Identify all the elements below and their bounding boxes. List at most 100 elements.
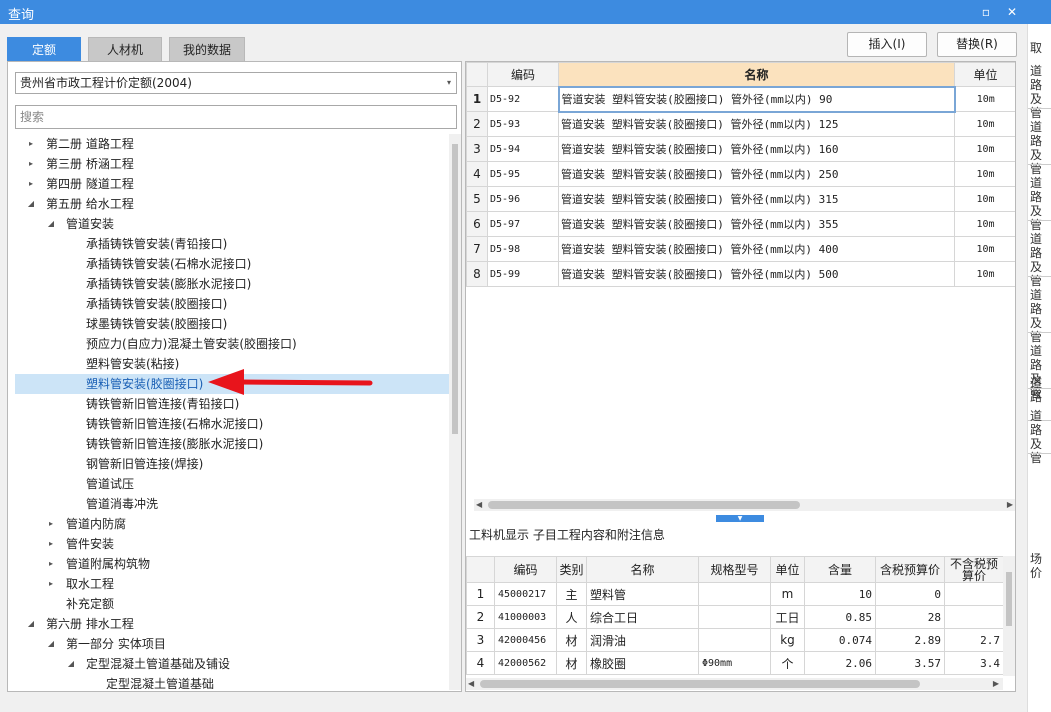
background-window: 取 道路 及管 道路 及管 道路 及管 道路 及管 道路 及管 道路 及管 道路 道路 及管 … [1027,24,1051,712]
detail-scroll-right-icon[interactable]: ▶ [993,678,999,690]
row-code: D5-94 [487,136,559,162]
row-name: 管道安装 塑料管安装(胶圈接口) 管外径(mm以内) 250 [558,161,955,187]
table-row[interactable]: 4 D5-95 管道安装 塑料管安装(胶圈接口) 管外径(mm以内) 250 10m [466,161,1015,187]
row-number: 1 [466,86,488,112]
table-row[interactable]: 1 45000217 主塑料管 m 10 0 [466,582,1004,606]
insert-button[interactable]: 插入(I) [847,32,927,57]
row-price-notax: 2.7 [944,628,1004,652]
background-row-text: 道路 及管 [1030,64,1046,120]
maximize-icon[interactable]: ▫ [977,3,995,21]
table-row[interactable]: 1 D5-92 管道安装 塑料管安装(胶圈接口) 管外径(mm以内) 90 10m [466,85,1015,113]
detail-tabs[interactable]: 工料机显示 子目工程内容和附注信息 [469,526,665,543]
row-unit: 10m [954,136,1015,162]
row-spec [698,605,771,629]
detail-header-spec[interactable]: 规格型号 [698,556,771,583]
window-title: 查询 [8,8,35,23]
table-row[interactable]: 7 D5-98 管道安装 塑料管安装(胶圈接口) 管外径(mm以内) 400 10m [466,236,1015,262]
scroll-left-icon[interactable]: ◀ [476,499,482,511]
detail-header-unit[interactable]: 单位 [770,556,805,583]
row-name: 管道安装 塑料管安装(胶圈接口) 管外径(mm以内) 160 [558,136,955,162]
tab-quota[interactable]: 定额 [7,37,81,61]
table-row[interactable]: 5 D5-96 管道安装 塑料管安装(胶圈接口) 管外径(mm以内) 315 10m [466,186,1015,212]
row-price-tax: 28 [875,605,945,629]
background-row-text: 道路 及管 [1030,176,1046,232]
right-panel: 编码 名称 单位 1 D5-92 管道安装 塑料管安装(胶圈接口) 管外径(mm以内… [465,61,1016,692]
tab-labor-material[interactable]: 人材机 [88,37,162,61]
header-unit[interactable]: 单位 [954,62,1015,87]
row-price-tax: 3.57 [875,651,945,675]
detail-scroll-left-icon[interactable]: ◀ [468,678,474,690]
table-row[interactable]: 8 D5-99 管道安装 塑料管安装(胶圈接口) 管外径(mm以内) 500 10m [466,261,1015,287]
table-row[interactable]: 6 D5-97 管道安装 塑料管安装(胶圈接口) 管外径(mm以内) 355 10m [466,211,1015,237]
row-code: D5-96 [487,186,559,212]
detail-hscrollbar-thumb[interactable] [480,680,920,688]
row-unit: 10m [954,111,1015,137]
row-code: D5-92 [487,86,559,112]
detail-header-code[interactable]: 编码 [494,556,557,583]
detail-hscrollbar[interactable]: ◀ ▶ [466,678,1003,690]
row-number: 3 [466,628,495,652]
table-row[interactable]: 3 D5-94 管道安装 塑料管安装(胶圈接口) 管外径(mm以内) 160 10m [466,136,1015,162]
row-code: D5-93 [487,111,559,137]
row-number: 3 [466,136,488,162]
detail-header-type[interactable]: 类别 [556,556,587,583]
detail-table: 编码 类别 名称 规格型号 单位 含量 含税预算价 不含税预算价 1 450002… [466,556,1004,675]
row-number: 1 [466,582,495,606]
row-spec [698,582,771,606]
scroll-right-icon[interactable]: ▶ [1007,499,1013,511]
row-unit: 10m [954,186,1015,212]
title-bar: 查询 ▫ ✕ [0,0,1051,24]
detail-header-qty[interactable]: 含量 [804,556,876,583]
row-number: 6 [466,211,488,237]
tab-my-data[interactable]: 我的数据 [169,37,245,61]
detail-vscrollbar-thumb[interactable] [1006,572,1012,626]
left-panel: 贵州省市政工程计价定额(2004) ▾ ▸第二册 道路工程▸第三册 桥涵工程▸第… [7,61,462,692]
row-code: D5-95 [487,161,559,187]
row-name: 塑料管 [586,582,699,606]
row-number: 5 [466,186,488,212]
background-row-text: 道路 [1030,376,1043,404]
detail-header-name[interactable]: 名称 [586,556,699,583]
detail-header-row-number [466,556,495,583]
detail-header-price-notax[interactable]: 不含税预算价 [944,556,1004,583]
header-code[interactable]: 编码 [487,62,559,87]
header-row-number [466,62,488,87]
row-name: 润滑油 [586,628,699,652]
row-name: 管道安装 塑料管安装(胶圈接口) 管外径(mm以内) 355 [558,211,955,237]
panel-splitter[interactable]: ▼ [716,515,764,522]
row-type: 材 [556,651,587,675]
row-price-notax: 3.4 [944,651,1004,675]
detail-header-price-tax[interactable]: 含税预算价 [875,556,945,583]
background-row-divider [1028,453,1051,454]
table-row[interactable]: 4 42000562 材橡胶圈 Φ90mm 个 2.06 3.57 3.4 [466,651,1004,675]
background-row-divider [1028,108,1051,109]
replace-button[interactable]: 替换(R) [937,32,1017,57]
row-type: 材 [556,628,587,652]
background-row-text: 道路 及管 [1030,288,1046,344]
row-name: 管道安装 塑料管安装(胶圈接口) 管外径(mm以内) 500 [558,261,955,287]
row-unit: 10m [954,236,1015,262]
table-row[interactable]: 2 D5-93 管道安装 塑料管安装(胶圈接口) 管外径(mm以内) 125 10m [466,111,1015,137]
row-unit: 10m [954,261,1015,287]
header-name[interactable]: 名称 [558,62,955,87]
row-price-notax [944,582,1004,606]
row-code: D5-98 [487,236,559,262]
row-number: 8 [466,261,488,287]
quota-hscrollbar-thumb[interactable] [488,501,800,509]
row-code: 42000456 [494,628,557,652]
row-code: D5-97 [487,211,559,237]
background-row-text: 道路 及管 [1030,409,1046,465]
row-type: 主 [556,582,587,606]
table-row[interactable]: 3 42000456 材润滑油 kg 0.074 2.89 2.7 [466,628,1004,652]
row-spec [698,628,771,652]
background-footer: 场价 [1030,552,1043,580]
row-unit: m [770,582,805,606]
row-code: 41000003 [494,605,557,629]
row-qty: 10 [804,582,876,606]
close-icon[interactable]: ✕ [1003,3,1021,21]
row-code: 45000217 [494,582,557,606]
quota-hscrollbar[interactable]: ◀ ▶ [474,499,1015,511]
table-row[interactable]: 2 41000003 人综合工日 工日 0.85 28 [466,605,1004,629]
detail-vscrollbar[interactable] [1003,556,1015,676]
row-name: 橡胶圈 [586,651,699,675]
